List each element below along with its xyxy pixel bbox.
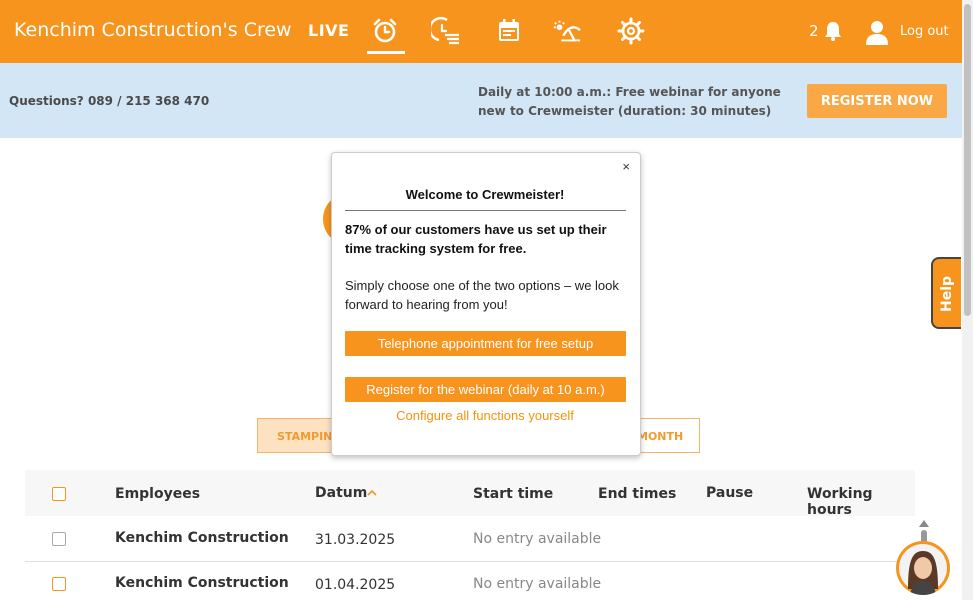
employee-name: Kenchim Construction <box>115 530 289 546</box>
column-end-times[interactable]: End times <box>598 486 676 502</box>
alarm-clock-icon[interactable] <box>370 16 400 46</box>
column-datum[interactable]: Datum <box>315 485 367 501</box>
welcome-modal: × Welcome to Crewmeister! 87% of our cus… <box>331 152 641 456</box>
table-row[interactable]: Kenchim Construction 31.03.2025 No entry… <box>25 516 915 562</box>
entry-status: No entry available <box>473 531 602 547</box>
close-icon[interactable]: × <box>622 159 630 174</box>
employee-name: Kenchim Construction <box>115 575 289 591</box>
gear-icon[interactable] <box>616 16 646 46</box>
support-agent-icon <box>899 544 947 595</box>
column-pause[interactable]: Pause <box>706 485 753 501</box>
bell-icon[interactable] <box>823 20 843 42</box>
time-list-icon[interactable] <box>431 16 461 46</box>
modal-lead-text: 87% of our customers have us set up thei… <box>345 222 607 256</box>
column-employees[interactable]: Employees <box>115 486 200 502</box>
table-header: Employees Datum Start time End times Pau… <box>25 470 915 518</box>
entry-date: 01.04.2025 <box>315 577 396 593</box>
modal-title: Welcome to Crewmeister! <box>405 187 565 202</box>
active-nav-underline <box>367 51 405 54</box>
modal-body-text: Simply choose one of the two options – w… <box>345 278 619 312</box>
register-webinar-button[interactable]: Register for the webinar (daily at 10 a.… <box>345 377 626 402</box>
user-icon[interactable] <box>864 18 890 46</box>
logout-link[interactable]: Log out <box>900 24 949 39</box>
webinar-note: Daily at 10:00 a.m.: Free webinar for an… <box>478 85 781 118</box>
info-bar: Questions? 089 / 215 368 470 Daily at 10… <box>0 63 962 138</box>
vacation-icon[interactable] <box>552 16 582 46</box>
help-label: Help <box>939 275 955 313</box>
modal-divider <box>345 210 626 211</box>
column-working-hours[interactable]: Working hours <box>807 486 915 518</box>
entry-status: No entry available <box>473 576 602 592</box>
notification-count[interactable]: 2 <box>809 22 819 40</box>
filter-stamping-button[interactable]: STAMPING <box>257 418 337 453</box>
page-scroll-thumb[interactable] <box>964 4 971 316</box>
row-checkbox[interactable] <box>52 532 66 546</box>
table-row[interactable]: Kenchim Construction 01.04.2025 No entry… <box>25 562 915 607</box>
column-start-time[interactable]: Start time <box>473 486 553 502</box>
company-title[interactable]: Kenchim Construction's Crew <box>14 19 292 41</box>
scroll-up-arrow-icon[interactable] <box>919 520 929 527</box>
select-all-checkbox[interactable] <box>52 487 66 501</box>
row-checkbox[interactable] <box>52 577 66 591</box>
sort-ascending-icon[interactable] <box>367 489 377 497</box>
support-avatar[interactable] <box>896 541 950 595</box>
register-now-button[interactable]: REGISTER NOW <box>807 84 947 118</box>
entry-date: 31.03.2025 <box>315 532 396 548</box>
help-tab[interactable]: Help <box>931 257 961 329</box>
support-phone: Questions? 089 / 215 368 470 <box>9 94 210 108</box>
time-entries-table: Employees Datum Start time End times Pau… <box>25 470 915 600</box>
phone-appointment-button[interactable]: Telephone appointment for free setup <box>345 331 626 356</box>
configure-yourself-link[interactable]: Configure all functions yourself <box>332 408 638 423</box>
calendar-icon[interactable] <box>494 16 524 46</box>
nav-live[interactable]: LIVE <box>308 21 349 40</box>
top-bar: Kenchim Construction's Crew LIVE 2 Log o… <box>0 0 962 63</box>
